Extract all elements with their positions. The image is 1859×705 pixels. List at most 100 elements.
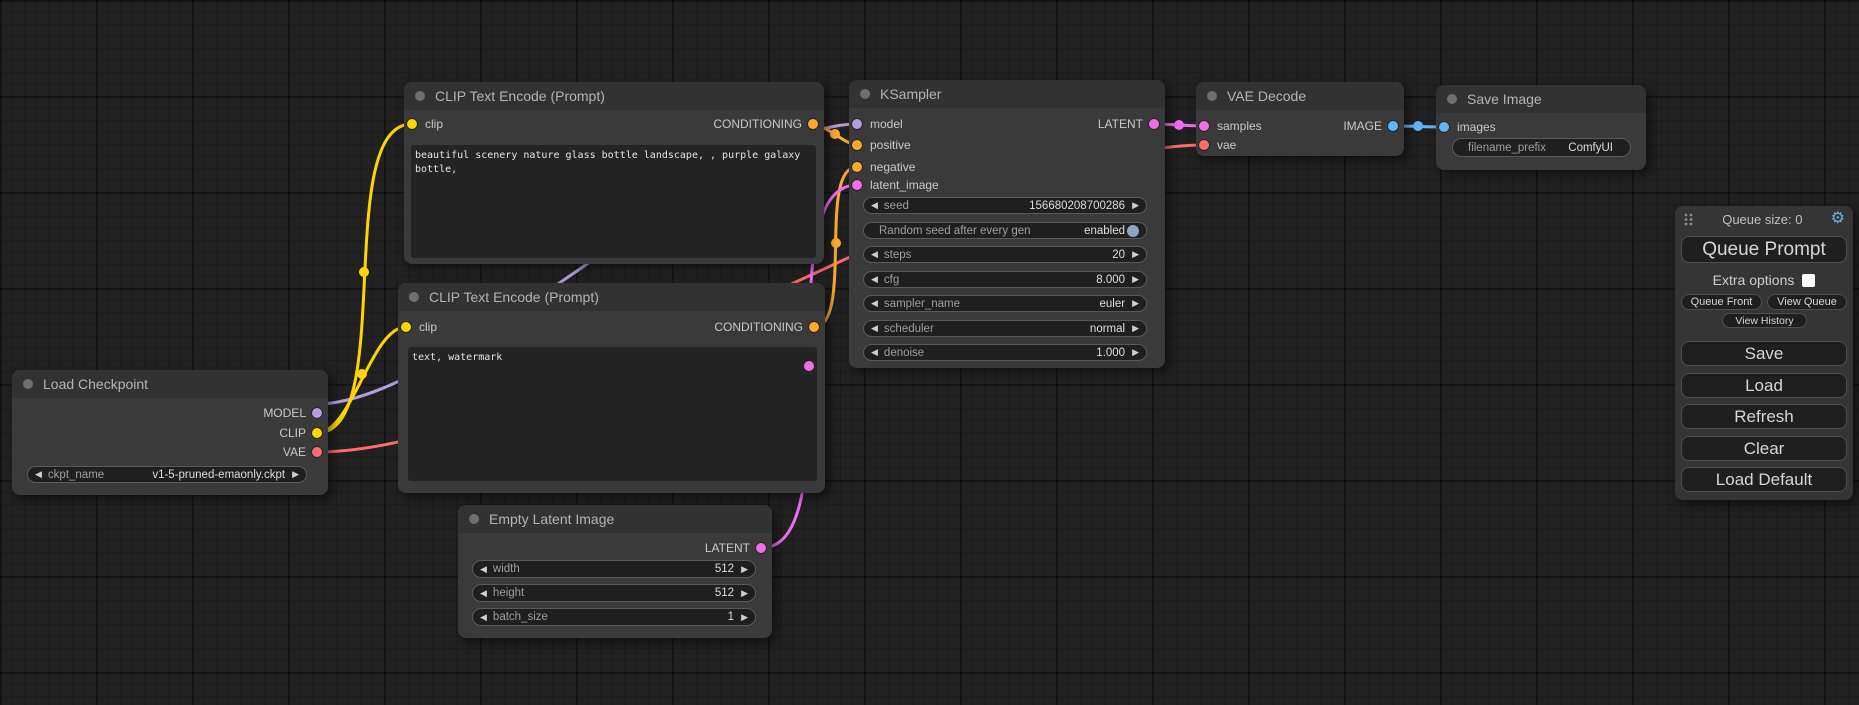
decrement-arrow-icon[interactable]: ◀ [480,564,487,575]
node-title-bar[interactable]: CLIP Text Encode (Prompt) [404,82,824,110]
decrement-arrow-icon[interactable]: ◀ [480,588,487,599]
increment-arrow-icon[interactable]: ▶ [1132,298,1139,309]
node-load-checkpoint[interactable]: Load Checkpoint MODEL CLIP VAE ◀ ckpt_na… [12,370,328,495]
decrement-arrow-icon[interactable]: ◀ [35,469,42,480]
node-title-bar[interactable]: Load Checkpoint [12,370,328,398]
decrement-arrow-icon[interactable]: ◀ [871,298,878,309]
widget-filename-prefix[interactable]: filename_prefix ComfyUI [1452,138,1631,157]
decrement-arrow-icon[interactable]: ◀ [871,249,878,260]
input-label-latent-image: latent_image [870,178,939,192]
input-dot-latent-image[interactable] [852,180,862,190]
decrement-arrow-icon[interactable]: ◀ [480,612,487,623]
node-vae-decode[interactable]: VAE Decode samples vae IMAGE [1196,82,1404,156]
node-title: CLIP Text Encode (Prompt) [435,88,605,104]
widget-label: width [493,563,520,575]
node-collapse-dot[interactable] [415,91,425,101]
output-dot-vae[interactable] [312,447,322,457]
node-collapse-dot[interactable] [1207,91,1217,101]
widget-value: 512 [715,587,734,599]
output-label-latent: LATENT [705,541,750,555]
input-label-positive: positive [870,138,911,152]
increment-arrow-icon[interactable]: ▶ [741,588,748,599]
node-title: Load Checkpoint [43,376,148,392]
load-default-button[interactable]: Load Default [1681,467,1847,492]
save-button[interactable]: Save [1681,341,1847,366]
positive-prompt-textarea[interactable]: beautiful scenery nature glass bottle la… [411,145,816,258]
toggle-circle-icon[interactable] [1127,225,1139,237]
node-ksampler[interactable]: KSampler model positive negative latent_… [849,80,1165,368]
node-clip-text-encode-positive[interactable]: CLIP Text Encode (Prompt) clip CONDITION… [404,82,824,264]
input-dot-images[interactable] [1439,122,1449,132]
input-dot-negative[interactable] [852,162,862,172]
node-title-bar[interactable]: Save Image [1436,85,1646,113]
widget-ckpt-name[interactable]: ◀ ckpt_name v1-5-pruned-emaonly.ckpt ▶ [27,466,307,483]
node-save-image[interactable]: Save Image images filename_prefix ComfyU… [1436,85,1646,170]
output-dot-latent[interactable] [1149,119,1159,129]
widget-value: normal [1090,323,1125,335]
decrement-arrow-icon[interactable]: ◀ [871,274,878,285]
widget-steps[interactable]: ◀ steps 20 ▶ [863,246,1147,263]
extra-options-checkbox[interactable] [1802,274,1815,287]
widget-batch-size[interactable]: ◀ batch_size 1 ▶ [472,608,756,626]
output-dot-model[interactable] [312,408,322,418]
node-title-bar[interactable]: KSampler [849,80,1165,108]
queue-prompt-button[interactable]: Queue Prompt [1681,236,1847,263]
output-dot-image[interactable] [1388,121,1398,131]
widget-label: height [493,587,524,599]
output-label-vae: VAE [283,445,306,459]
node-title-bar[interactable]: VAE Decode [1196,82,1404,110]
node-collapse-dot[interactable] [469,514,479,524]
output-dot-conditioning[interactable] [808,119,818,129]
node-title-bar[interactable]: Empty Latent Image [458,505,772,533]
increment-arrow-icon[interactable]: ▶ [741,564,748,575]
view-queue-button[interactable]: View Queue [1767,294,1847,310]
input-dot-positive[interactable] [852,140,862,150]
input-dot-vae[interactable] [1199,140,1209,150]
increment-arrow-icon[interactable]: ▶ [1132,347,1139,358]
node-collapse-dot[interactable] [409,292,419,302]
node-graph-canvas[interactable]: Load Checkpoint MODEL CLIP VAE ◀ ckpt_na… [0,0,1859,705]
output-dot-clip[interactable] [312,428,322,438]
drag-handle-icon[interactable] [1683,212,1694,227]
node-collapse-dot[interactable] [1447,94,1457,104]
output-dot-latent[interactable] [756,543,766,553]
widget-value: 1.000 [1096,347,1125,359]
queue-panel[interactable]: Queue size: 0 ⚙ Queue Prompt Extra optio… [1675,206,1853,500]
widget-scheduler[interactable]: ◀ scheduler normal ▶ [863,320,1147,337]
widget-random-seed-toggle[interactable]: Random seed after every gen enabled [863,222,1147,239]
widget-denoise[interactable]: ◀ denoise 1.000 ▶ [863,344,1147,361]
increment-arrow-icon[interactable]: ▶ [1132,323,1139,334]
decrement-arrow-icon[interactable]: ◀ [871,347,878,358]
output-label-image: IMAGE [1343,119,1382,133]
increment-arrow-icon[interactable]: ▶ [1132,200,1139,211]
queue-front-button[interactable]: Queue Front [1681,294,1762,310]
widget-value: enabled [1084,225,1125,237]
widget-value: ComfyUI [1568,142,1613,154]
refresh-button[interactable]: Refresh [1681,404,1847,429]
node-title-bar[interactable]: CLIP Text Encode (Prompt) [398,283,825,311]
increment-arrow-icon[interactable]: ▶ [292,469,299,480]
node-empty-latent-image[interactable]: Empty Latent Image LATENT ◀ width 512 ▶ … [458,505,772,638]
decrement-arrow-icon[interactable]: ◀ [871,323,878,334]
widget-value: euler [1100,298,1126,310]
node-collapse-dot[interactable] [23,379,33,389]
increment-arrow-icon[interactable]: ▶ [741,612,748,623]
increment-arrow-icon[interactable]: ▶ [1132,274,1139,285]
widget-width[interactable]: ◀ width 512 ▶ [472,560,756,578]
widget-cfg[interactable]: ◀ cfg 8.000 ▶ [863,271,1147,288]
node-collapse-dot[interactable] [860,89,870,99]
widget-sampler-name[interactable]: ◀ sampler_name euler ▶ [863,295,1147,312]
decrement-arrow-icon[interactable]: ◀ [871,200,878,211]
node-clip-text-encode-negative[interactable]: CLIP Text Encode (Prompt) clip CONDITION… [398,283,825,493]
settings-gear-icon[interactable]: ⚙ [1831,211,1845,227]
load-button[interactable]: Load [1681,373,1847,398]
increment-arrow-icon[interactable]: ▶ [1132,249,1139,260]
view-history-button[interactable]: View History [1722,313,1807,328]
clear-button[interactable]: Clear [1681,436,1847,461]
negative-prompt-textarea[interactable]: text, watermark [408,347,817,481]
output-dot-conditioning[interactable] [809,322,819,332]
widget-seed[interactable]: ◀ seed 156680208700286 ▶ [863,197,1147,214]
widget-height[interactable]: ◀ height 512 ▶ [472,584,756,602]
widget-label: batch_size [493,611,548,623]
output-label-conditioning: CONDITIONING [714,320,803,334]
